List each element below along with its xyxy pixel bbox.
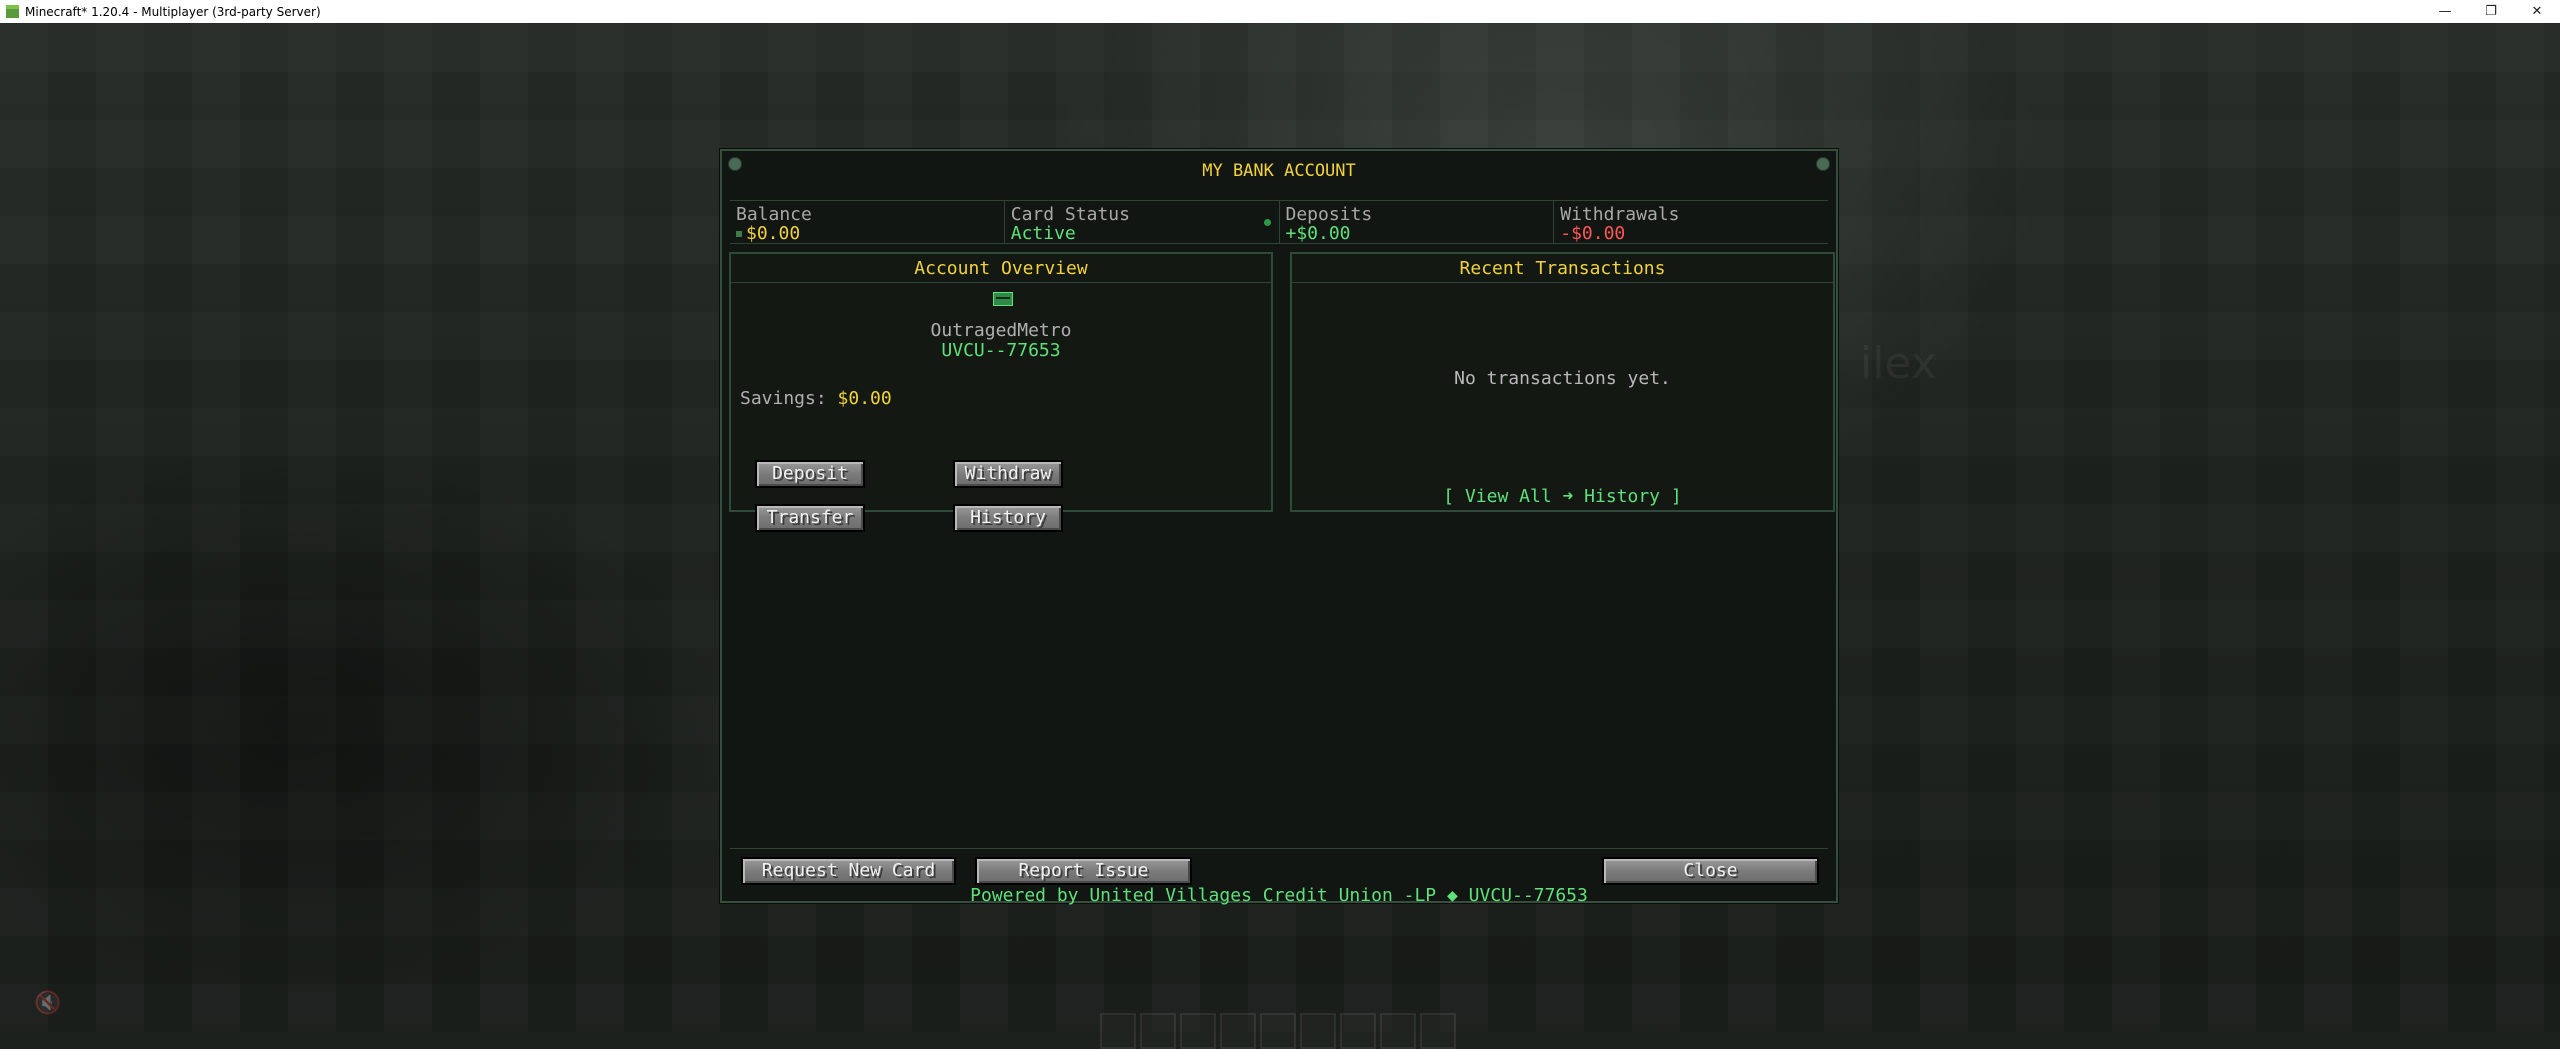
empty-transactions-text: No transactions yet. — [1454, 368, 1671, 389]
recent-transactions-title: Recent Transactions — [1459, 258, 1666, 279]
deposits-value: +$0.00 — [1285, 223, 1351, 244]
hotbar — [1100, 1013, 1456, 1049]
hotbar-slot — [1300, 1013, 1336, 1049]
report-issue-button[interactable]: Report Issue — [975, 857, 1192, 885]
account-username: OutragedMetro — [930, 320, 1072, 341]
hotbar-slot — [1340, 1013, 1376, 1049]
background-sign-text: ilex — [1860, 338, 1937, 389]
stat-withdrawals: Withdrawals -$0.00 — [1554, 201, 1828, 243]
recent-transactions-box: Recent Transactions No transactions yet.… — [1290, 252, 1835, 512]
account-id: UVCU--77653 — [941, 340, 1061, 361]
stat-label: Balance — [736, 204, 812, 225]
savings-label: Savings: — [740, 388, 827, 409]
powered-by-footer: Powered by United Villages Credit Union … — [970, 885, 1588, 906]
restore-button[interactable]: ❐ — [2468, 0, 2514, 23]
savings-value: $0.00 — [837, 388, 892, 409]
status-indicator-icon — [1263, 219, 1271, 226]
coin-icon — [736, 231, 742, 237]
savings-row: Savings: $0.00 — [740, 388, 892, 409]
request-new-card-button[interactable]: Request New Card — [741, 857, 956, 885]
stat-balance: Balance $0.00 — [730, 201, 1005, 243]
hotbar-slot — [1260, 1013, 1296, 1049]
stat-deposits: Deposits +$0.00 — [1280, 201, 1555, 243]
panel-title: MY BANK ACCOUNT — [1202, 161, 1356, 181]
close-window-button[interactable]: ✕ — [2514, 0, 2560, 23]
account-overview-title: Account Overview — [914, 258, 1088, 279]
footer-divider — [730, 848, 1828, 849]
hotbar-slot — [1140, 1013, 1176, 1049]
stat-card-status: Card Status Active — [1005, 201, 1280, 243]
muted-speaker-icon: 🔇 — [34, 991, 62, 1016]
minimize-button[interactable]: — — [2422, 0, 2468, 23]
hotbar-slot — [1380, 1013, 1416, 1049]
close-button[interactable]: Close — [1602, 857, 1819, 885]
stat-value-container: $0.00 — [736, 225, 1004, 243]
minecraft-grass-block-icon — [6, 5, 19, 18]
withdrawals-value: -$0.00 — [1560, 223, 1626, 244]
bank-card-icon — [993, 292, 1013, 306]
bank-account-panel: MY BANK ACCOUNT Balance $0.00 Card Statu… — [720, 149, 1838, 906]
window-title: Minecraft* 1.20.4 - Multiplayer (3rd-par… — [25, 4, 321, 19]
divider — [731, 282, 1271, 283]
stats-bar: Balance $0.00 Card Status Active Deposit… — [730, 200, 1828, 244]
balance-value: $0.00 — [746, 223, 801, 244]
view-all-history-link[interactable]: [ View All ➜ History ] — [1292, 486, 1833, 507]
card-status-value: Active — [1010, 223, 1076, 244]
history-button[interactable]: History — [953, 504, 1063, 532]
window-controls: — ❐ ✕ — [2422, 0, 2560, 23]
stat-label: Deposits — [1285, 204, 1373, 225]
stat-label: Withdrawals — [1560, 204, 1680, 225]
hotbar-slot — [1100, 1013, 1136, 1049]
divider — [1292, 282, 1833, 283]
hotbar-slot — [1420, 1013, 1456, 1049]
hotbar-slot — [1180, 1013, 1216, 1049]
transfer-button[interactable]: Transfer — [755, 504, 865, 532]
deposit-button[interactable]: Deposit — [755, 460, 865, 488]
withdraw-button[interactable]: Withdraw — [953, 460, 1063, 488]
window-titlebar: Minecraft* 1.20.4 - Multiplayer (3rd-par… — [0, 0, 2560, 23]
stat-label: Card Status — [1010, 204, 1130, 225]
hotbar-slot — [1220, 1013, 1256, 1049]
